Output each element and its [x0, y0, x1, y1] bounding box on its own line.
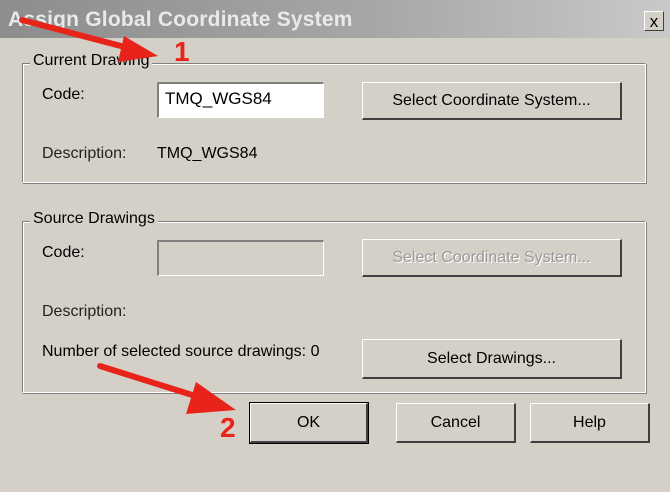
selected-drawings-count: Number of selected source drawings: 0: [42, 343, 320, 360]
help-button[interactable]: Help: [530, 403, 650, 443]
current-select-coordinate-system-button[interactable]: Select Coordinate System...: [362, 82, 622, 120]
source-drawings-legend: Source Drawings: [30, 210, 158, 228]
dialog-title: Assign Global Coordinate System: [8, 8, 353, 31]
assign-coordinate-system-dialog: Assign Global Coordinate System x Curren…: [0, 0, 670, 492]
close-button[interactable]: x: [644, 11, 664, 31]
current-description-value: TMQ_WGS84: [157, 145, 258, 162]
current-code-field[interactable]: TMQ_WGS84: [157, 82, 324, 118]
source-code-label: Code:: [42, 244, 85, 261]
annotation-step-2: 2: [220, 412, 236, 443]
current-drawing-legend: Current Drawing: [30, 52, 153, 70]
current-description-label: Description:: [42, 145, 127, 162]
select-drawings-button[interactable]: Select Drawings...: [362, 339, 622, 379]
source-select-coordinate-system-button[interactable]: Select Coordinate System...: [362, 239, 622, 277]
annotation-step-1: 1: [174, 36, 190, 67]
cancel-button[interactable]: Cancel: [396, 403, 516, 443]
source-code-field[interactable]: [157, 240, 324, 276]
ok-button[interactable]: OK: [249, 402, 369, 444]
source-description-label: Description:: [42, 303, 127, 320]
title-bar[interactable]: Assign Global Coordinate System x: [0, 0, 670, 38]
current-code-label: Code:: [42, 86, 85, 103]
current-drawing-group: [22, 63, 646, 183]
